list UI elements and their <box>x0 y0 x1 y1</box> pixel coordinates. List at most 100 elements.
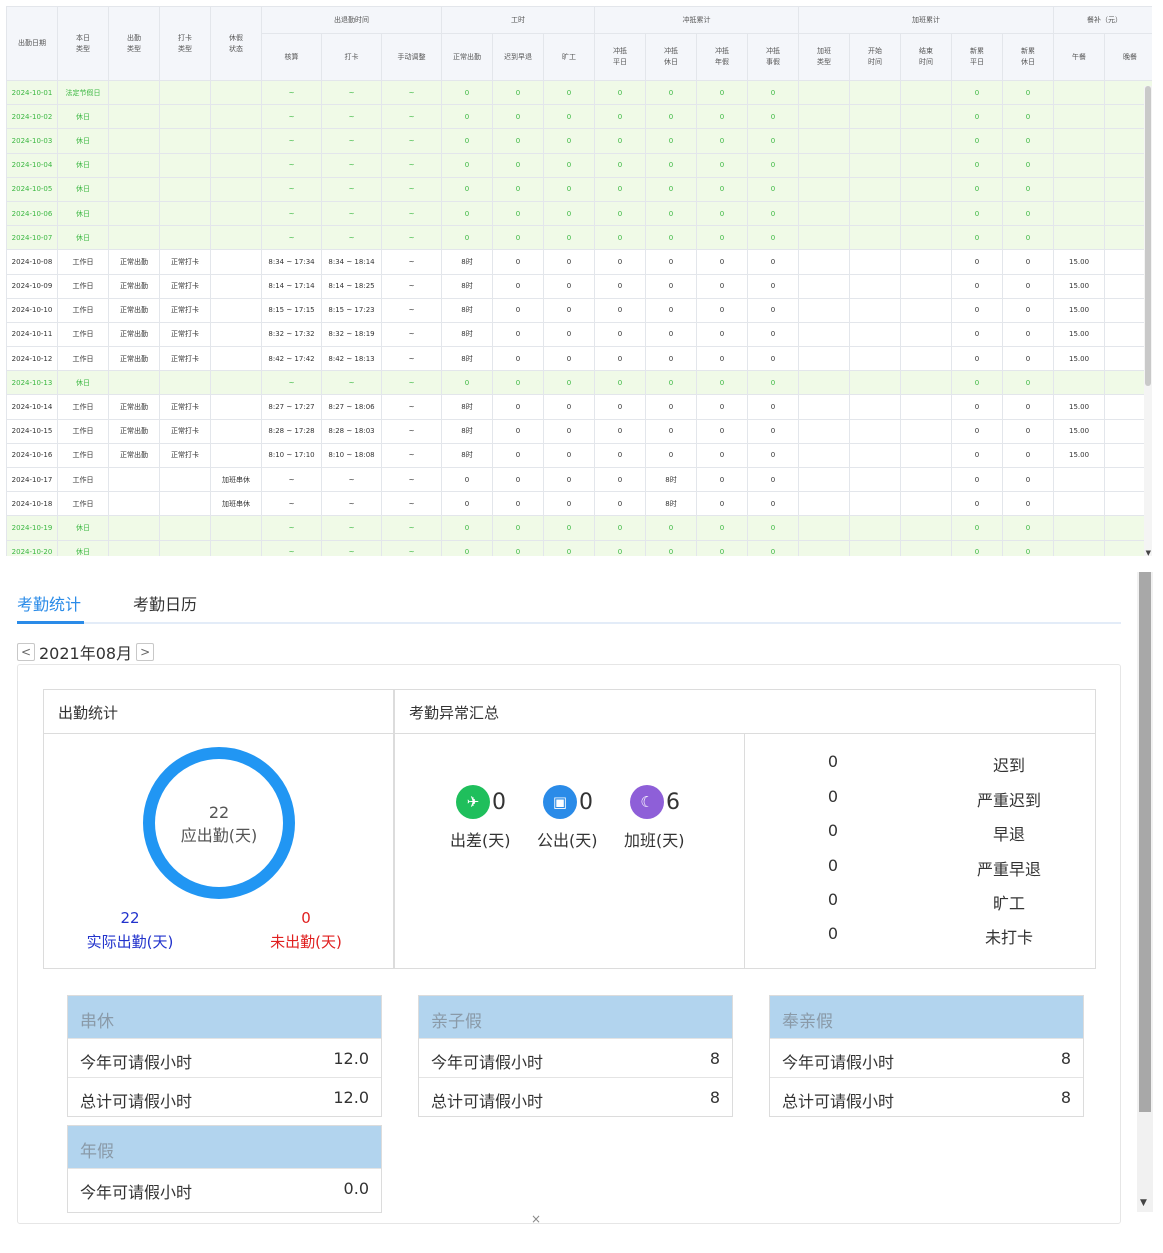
table-row[interactable]: 2024-10-03 休日 ~ ~ ~0 0 0 0 0 0 0 0 0 <box>6 128 1152 154</box>
table-cell: 休日 <box>57 370 109 396</box>
table-cell: 正常打卡 <box>159 346 211 372</box>
table-cell: 0 <box>441 370 493 396</box>
table-row[interactable]: 2024-10-20 休日 ~ ~ ~0 0 0 0 0 0 0 0 0 <box>6 539 1152 556</box>
official-out-value: 0 <box>579 789 593 815</box>
table-cell: ~ <box>321 515 382 541</box>
leave-row-value: 12.0 <box>333 1088 369 1107</box>
table-row[interactable]: 2024-10-02 休日 ~ ~ ~0 0 0 0 0 0 0 0 0 <box>6 104 1152 130</box>
table-cell: 休日 <box>57 176 109 202</box>
table-row[interactable]: 2024-10-06 休日 ~ ~ ~0 0 0 0 0 0 0 0 0 <box>6 200 1152 227</box>
table-cell: ~ <box>381 418 442 444</box>
table-row[interactable]: 2024-10-17 工作日 加班串休 ~ ~ ~0 0 0 0 8时 0 0 0 0 <box>6 466 1152 493</box>
table-cell: 正常出勤 <box>108 297 160 323</box>
table-cell <box>1053 128 1106 154</box>
table-cell: 8时 <box>645 466 697 493</box>
table-cell: 0 <box>1001 128 1055 154</box>
table-cell: 0 <box>951 442 1003 469</box>
table-cell: ~ <box>261 370 322 396</box>
table-cell: 0 <box>492 418 544 444</box>
table-row[interactable]: 2024-10-01 法定节假日 ~ ~ ~0 0 0 0 0 0 0 0 0 <box>6 79 1152 106</box>
table-cell: ~ <box>261 539 322 556</box>
table-cell: 0 <box>543 297 595 323</box>
briefcase-icon: ▣ <box>543 785 577 819</box>
col-group-work-hours: 工时 <box>441 6 595 34</box>
table-row[interactable]: 2024-10-19 休日 ~ ~ ~0 0 0 0 0 0 0 0 0 <box>6 515 1152 541</box>
table-cell <box>159 176 211 202</box>
table-row[interactable]: 2024-10-11 工作日 正常出勤 正常打卡 8:32 ~ 17:32 8:32 ~ … <box>6 321 1152 348</box>
table-cell: 0 <box>645 200 697 227</box>
table-cell: 15.00 <box>1053 418 1106 444</box>
table-cell: 0 <box>594 491 646 517</box>
table-cell: 8:34 ~ 18:14 <box>321 249 382 275</box>
table-scrollbar-thumb[interactable] <box>1145 86 1151 386</box>
table-cell <box>159 466 211 493</box>
table-cell: ~ <box>321 200 382 227</box>
table-row[interactable]: 2024-10-13 休日 ~ ~ ~0 0 0 0 0 0 0 0 0 <box>6 370 1152 396</box>
close-icon[interactable]: × <box>531 1212 541 1226</box>
table-row[interactable]: 2024-10-08 工作日 正常出勤 正常打卡 8:34 ~ 17:34 8:34 ~ … <box>6 249 1152 275</box>
table-cell: 0 <box>492 394 544 420</box>
table-cell: 0 <box>492 539 544 556</box>
table-cell <box>210 152 262 178</box>
table-cell: 休日 <box>57 200 109 227</box>
table-cell <box>798 466 850 493</box>
table-cell: 0 <box>1001 346 1055 372</box>
page-scrollbar[interactable]: ▼ <box>1137 572 1153 1212</box>
table-cell <box>849 418 901 444</box>
table-cell: 0 <box>594 321 646 348</box>
business-trip-label: 出差(天) <box>450 831 511 850</box>
table-cell: 0 <box>543 466 595 493</box>
table-cell: ~ <box>261 200 322 227</box>
table-cell: 2024-10-01 <box>6 79 58 106</box>
table-cell: 2024-10-10 <box>6 297 58 323</box>
table-row[interactable]: 2024-10-10 工作日 正常出勤 正常打卡 8:15 ~ 17:15 8:15 ~ … <box>6 297 1152 323</box>
next-month-button[interactable]: > <box>136 643 155 661</box>
table-row[interactable]: 2024-10-14 工作日 正常出勤 正常打卡 8:27 ~ 17:27 8:27 ~ … <box>6 394 1152 420</box>
table-cell: 0 <box>492 370 544 396</box>
table-cell: ~ <box>321 370 382 396</box>
table-row[interactable]: 2024-10-05 休日 ~ ~ ~0 0 0 0 0 0 0 0 0 <box>6 176 1152 202</box>
scroll-down-arrow-icon[interactable]: ▼ <box>1140 1198 1147 1208</box>
table-cell: 8:42 ~ 18:13 <box>321 346 382 372</box>
abnormal-row-late: 0 迟到 <box>745 752 1095 786</box>
table-cell: 0 <box>594 200 646 227</box>
table-cell <box>108 152 160 178</box>
col-group-meal: 餐补（元） <box>1053 6 1152 34</box>
tab-attendance-stats[interactable]: 考勤统计 <box>17 591 81 615</box>
table-cell <box>108 176 160 202</box>
tab-attendance-calendar[interactable]: 考勤日历 <box>133 591 197 615</box>
table-cell: 8:27 ~ 18:06 <box>321 394 382 420</box>
table-row[interactable]: 2024-10-07 休日 ~ ~ ~0 0 0 0 0 0 0 0 0 <box>6 225 1152 251</box>
table-cell: 0 <box>645 442 697 469</box>
prev-month-button[interactable]: < <box>17 643 35 661</box>
table-cell: 8时 <box>441 273 493 299</box>
table-cell: ~ <box>261 225 322 251</box>
official-out-label: 公出(天) <box>537 831 598 850</box>
table-scrollbar[interactable] <box>1144 86 1152 556</box>
scroll-down-arrow-icon[interactable]: ▼ <box>1146 549 1151 556</box>
table-cell: 0 <box>492 515 544 541</box>
table-cell: 0 <box>1001 273 1055 299</box>
table-row[interactable]: 2024-10-09 工作日 正常出勤 正常打卡 8:14 ~ 17:14 8:14 ~ … <box>6 273 1152 299</box>
table-cell: 0 <box>1001 297 1055 323</box>
table-cell: 0 <box>594 79 646 106</box>
table-row[interactable]: 2024-10-12 工作日 正常出勤 正常打卡 8:42 ~ 17:42 8:42 ~ … <box>6 346 1152 372</box>
table-cell: ~ <box>381 128 442 154</box>
col-subheader: 新累 平日 <box>951 33 1003 81</box>
table-row[interactable]: 2024-10-18 工作日 加班串休 ~ ~ ~0 0 0 0 8时 0 0 0 0 <box>6 491 1152 517</box>
table-cell: 0 <box>441 539 493 556</box>
leave-row-this-year: 今年可请假小时 8 <box>419 1038 732 1077</box>
abnormal-count: 0 <box>827 890 839 909</box>
table-cell <box>210 370 262 396</box>
page-scrollbar-thumb[interactable] <box>1139 572 1151 1112</box>
table-cell: 0 <box>951 370 1003 396</box>
table-row[interactable]: 2024-10-15 工作日 正常出勤 正常打卡 8:28 ~ 17:28 8:28 ~ … <box>6 418 1152 444</box>
table-cell: 0 <box>951 200 1003 227</box>
table-cell: 0 <box>594 418 646 444</box>
table-row[interactable]: 2024-10-16 工作日 正常出勤 正常打卡 8:10 ~ 17:10 8:10 ~ … <box>6 442 1152 469</box>
table-cell: 8时 <box>441 442 493 469</box>
table-cell: 0 <box>492 321 544 348</box>
table-row[interactable]: 2024-10-04 休日 ~ ~ ~0 0 0 0 0 0 0 0 0 <box>6 152 1152 178</box>
table-cell <box>798 200 850 227</box>
table-cell <box>900 225 952 251</box>
